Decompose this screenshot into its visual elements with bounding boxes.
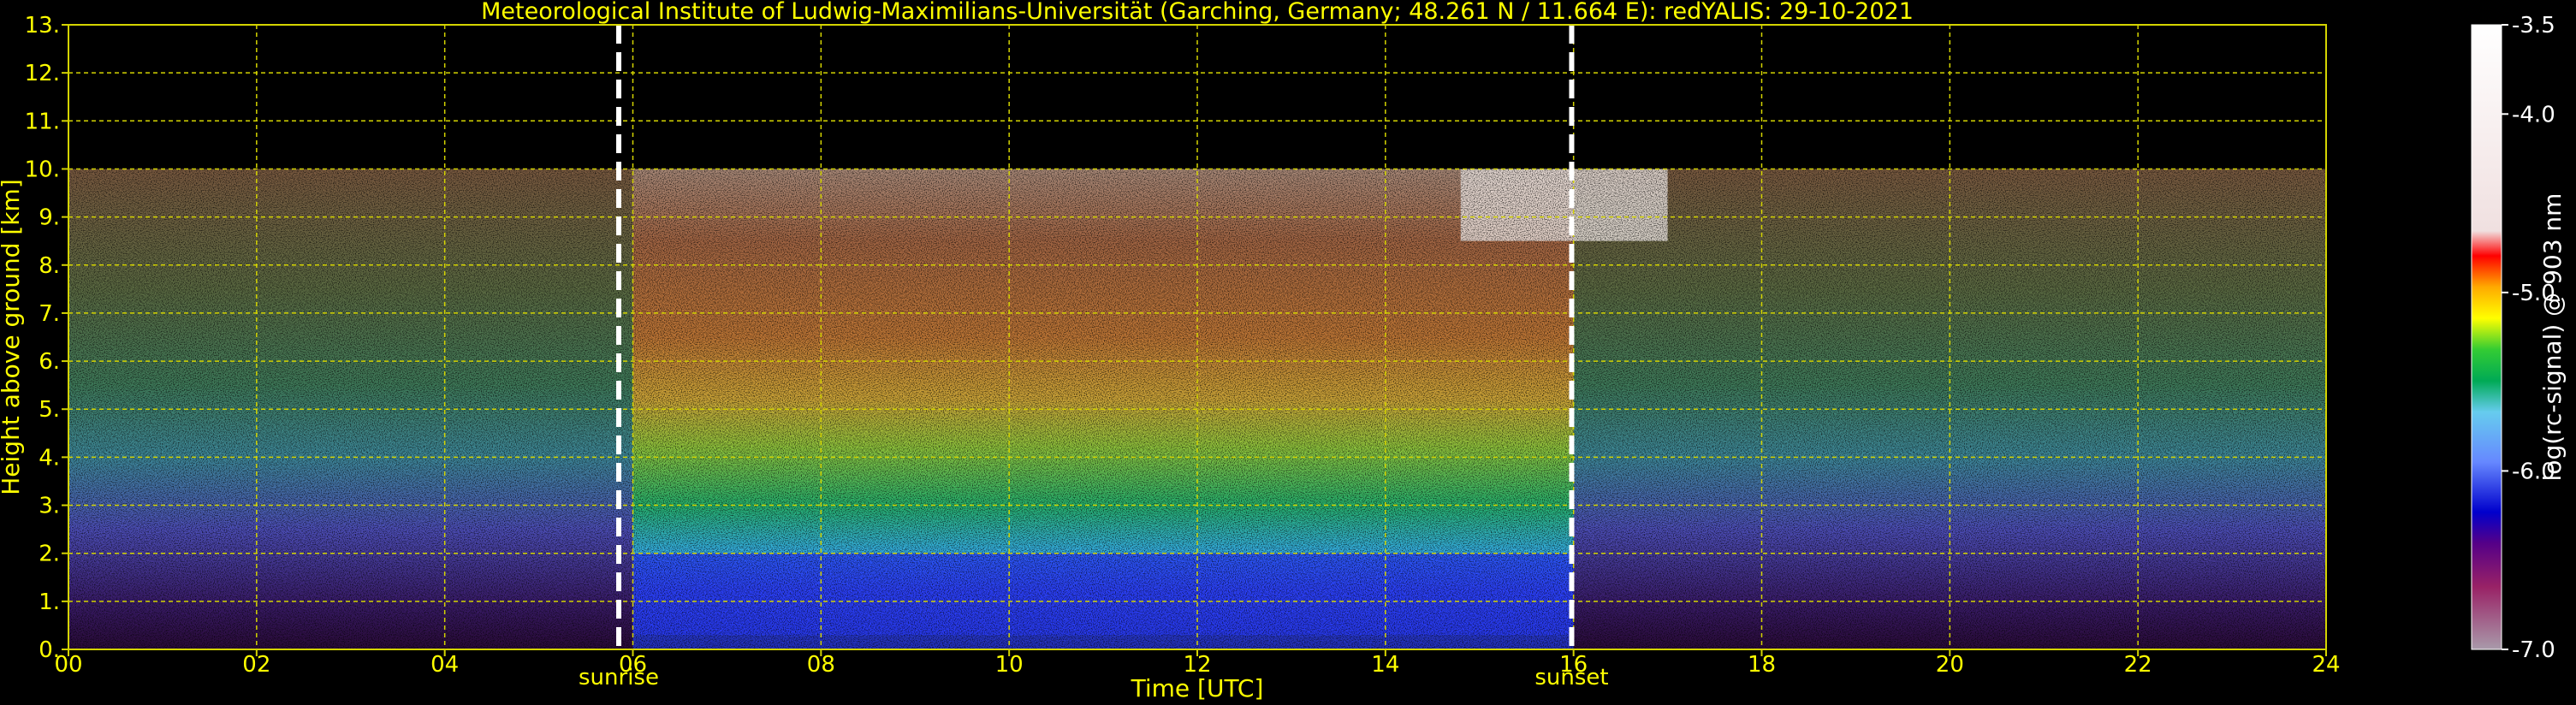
y-tick-label: 11. [25,109,60,134]
colorbar: -3.5-4.0-5.0-6.0-7.0 log(rc-signal) @ 90… [2471,13,2567,663]
x-tick-label: 08 [807,652,835,678]
y-tick-label: 5. [39,397,60,423]
y-tick-label: 13. [25,13,60,39]
x-tick-label: 10 [995,652,1024,678]
y-tick-label: 10. [25,157,60,182]
x-tick-label: 24 [2312,652,2340,678]
x-tick-label: 14 [1371,652,1399,678]
colorbar-tick-label: -3.5 [2512,13,2555,39]
x-tick-label: 16 [1559,652,1588,678]
y-axis-label: Height above ground [km] [0,179,25,495]
y-tick-label: 8. [39,253,60,279]
x-axis-label: Time [UTC] [1131,674,1264,702]
x-tick-label: 04 [430,652,459,678]
colorbar-tick-label: -7.0 [2512,637,2555,663]
y-tick-label: 2. [39,542,60,567]
colorbar-label: log(rc-signal) @ 903 nm [2538,193,2567,482]
y-tick-label: 6. [39,349,60,375]
x-tick-label: 20 [1936,652,1964,678]
x-tick-label: 02 [242,652,270,678]
x-tick-label: 06 [619,652,647,678]
lidar-chart: Meteorological Institute of Ludwig-Maxim… [0,0,2567,702]
y-axis: 0. 1. 2. 3. 4. 5. 6. 7. 8. 9. 10. 11. 12. 13. [25,13,68,663]
x-tick-label: 18 [1748,652,1776,678]
y-tick-label: 9. [39,205,60,231]
y-tick-label: 0. [39,637,60,663]
chart-title: Meteorological Institute of Ludwig-Maxim… [481,0,1914,25]
y-tick-label: 7. [39,301,60,327]
y-tick-label: 12. [25,61,60,86]
y-tick-label: 1. [39,589,60,615]
x-tick-label: 22 [2124,652,2152,678]
colorbar-scale [2471,24,2502,650]
y-tick-label: 3. [39,494,60,519]
y-tick-label: 4. [39,445,60,471]
colorbar-tick-label: -4.0 [2512,102,2555,127]
